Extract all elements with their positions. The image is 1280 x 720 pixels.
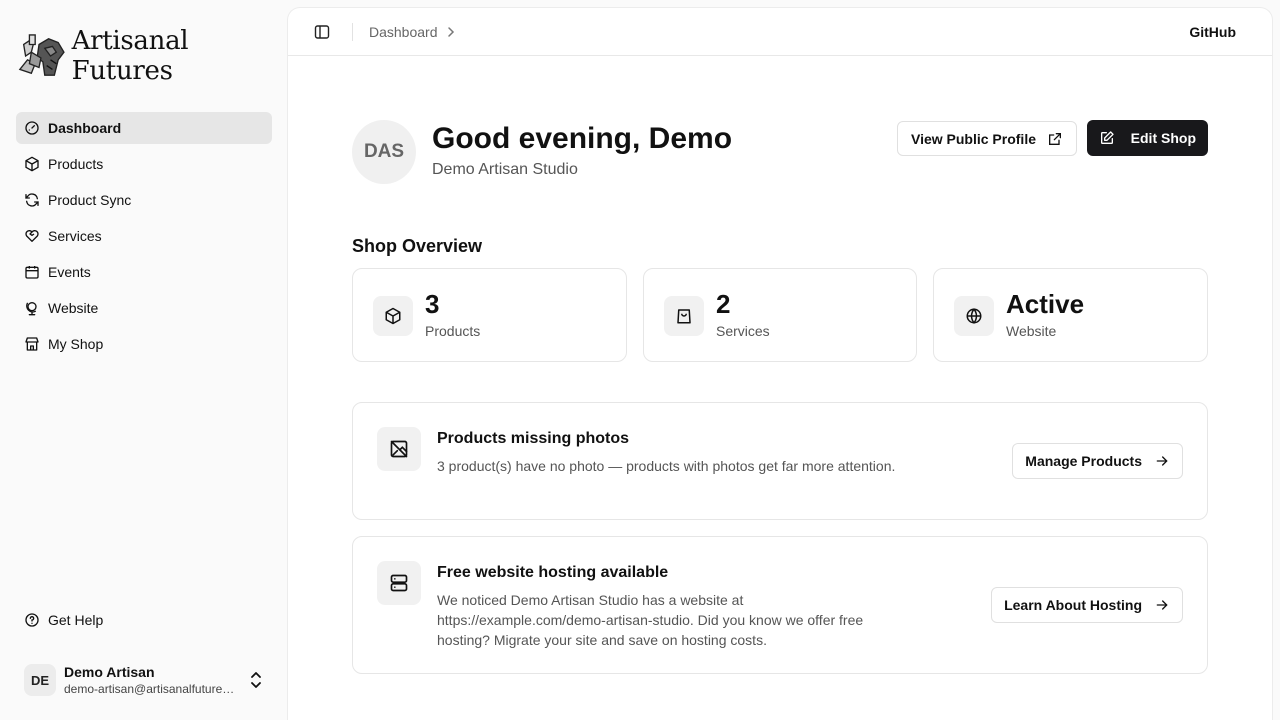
stat-icon-box xyxy=(954,296,994,336)
brand[interactable]: Artisanal Futures xyxy=(16,26,288,86)
package-icon xyxy=(385,307,401,325)
sidebar-item-label: Products xyxy=(48,156,104,172)
chevron-right-icon xyxy=(447,27,454,37)
sidebar-nav: Dashboard Products Product Sync Services… xyxy=(16,112,272,364)
alert-card-missing-photos: Products missing photos 3 product(s) hav… xyxy=(352,402,1208,520)
sidebar-toggle-icon[interactable] xyxy=(314,24,330,40)
breadcrumb-item[interactable]: Dashboard xyxy=(369,24,438,40)
stat-label: Website xyxy=(1006,323,1057,339)
shop-avatar: DAS xyxy=(352,120,416,184)
edit-shop-button[interactable]: Edit Shop xyxy=(1086,120,1208,156)
sidebar-item-services[interactable]: Services xyxy=(16,220,272,252)
manage-products-button[interactable]: Manage Products xyxy=(1012,443,1183,479)
calendar-icon xyxy=(25,266,39,279)
card-title: Free website hosting available xyxy=(437,564,669,581)
card-title: Products missing photos xyxy=(437,430,630,447)
stat-value: Active xyxy=(1006,289,1085,319)
brand-name: Artisanal Futures xyxy=(71,26,189,86)
arrow-right-icon xyxy=(1156,600,1168,610)
stat-label: Services xyxy=(716,323,770,339)
stat-value: 2 xyxy=(716,289,731,319)
card-icon-box xyxy=(377,561,421,605)
sidebar: Artisanal Futures Dashboard Products Pro… xyxy=(0,0,288,720)
edit-icon xyxy=(1100,131,1114,144)
arrow-right-icon xyxy=(1156,456,1168,466)
user-menu[interactable]: DE Demo Artisan demo-artisan@artisanalfu… xyxy=(16,656,272,704)
sidebar-item-label: Events xyxy=(48,264,91,280)
sidebar-item-label: Dashboard xyxy=(48,120,122,136)
stat-value: 3 xyxy=(425,289,440,319)
hands-logo xyxy=(18,34,65,76)
get-help-label: Get Help xyxy=(48,612,104,628)
card-icon-box xyxy=(377,427,421,471)
user-name: Demo Artisan xyxy=(64,664,155,680)
shop-name: Demo Artisan Studio xyxy=(432,161,578,178)
button-label: View Public Profile xyxy=(911,130,1037,147)
external-link-icon xyxy=(1049,132,1062,145)
stat-card-products: 3 Products xyxy=(352,268,627,362)
avatar: DE xyxy=(24,664,56,696)
get-help-link[interactable]: Get Help xyxy=(16,604,272,636)
breadcrumb: Dashboard xyxy=(369,24,458,40)
topbar: Dashboard GitHub xyxy=(288,8,1272,56)
stat-label: Products xyxy=(425,323,481,339)
refresh-icon xyxy=(25,193,39,207)
sidebar-item-label: Services xyxy=(48,228,102,244)
sidebar-item-events[interactable]: Events xyxy=(16,256,272,288)
divider xyxy=(352,23,353,41)
user-email: demo-artisan@artisanalfutures.org xyxy=(64,682,240,696)
button-label: Learn About Hosting xyxy=(1004,597,1142,613)
stat-icon-box xyxy=(664,296,704,336)
image-off-icon xyxy=(390,440,408,458)
globe-icon xyxy=(966,308,982,324)
heart-handshake-icon xyxy=(25,230,39,242)
stat-card-website: Active Website xyxy=(933,268,1208,362)
view-public-profile-button[interactable]: View Public Profile xyxy=(897,121,1078,156)
sidebar-item-product-sync[interactable]: Product Sync xyxy=(16,184,272,216)
sidebar-item-products[interactable]: Products xyxy=(16,148,272,180)
shopping-bag-icon xyxy=(677,309,691,324)
stat-card-services: 2 Services xyxy=(643,268,917,362)
package-icon xyxy=(25,156,39,172)
learn-about-hosting-button[interactable]: Learn About Hosting xyxy=(991,587,1183,623)
globe-stand-icon xyxy=(26,302,37,316)
card-text: We noticed Demo Artisan Studio has a web… xyxy=(437,592,864,648)
main-panel: Dashboard GitHub DAS Good evening, Demo … xyxy=(288,8,1272,720)
help-circle-icon xyxy=(25,613,39,627)
sidebar-item-my-shop[interactable]: My Shop xyxy=(16,328,272,360)
github-link[interactable]: GitHub xyxy=(1189,24,1236,40)
sidebar-item-dashboard[interactable]: Dashboard xyxy=(16,112,272,144)
alert-card-hosting: Free website hosting available We notice… xyxy=(352,536,1208,674)
store-icon xyxy=(25,337,39,351)
page-title: Good evening, Demo xyxy=(432,122,733,155)
server-icon xyxy=(390,574,408,592)
button-label: Edit Shop xyxy=(1130,130,1196,146)
sidebar-item-website[interactable]: Website xyxy=(16,292,272,324)
sidebar-item-label: Website xyxy=(48,300,99,316)
button-label: Manage Products xyxy=(1025,453,1142,469)
sidebar-item-label: Product Sync xyxy=(48,192,132,208)
section-title: Shop Overview xyxy=(352,236,483,256)
user-info: Demo Artisan demo-artisan@artisanalfutur… xyxy=(64,663,240,697)
card-text: 3 product(s) have no photo — products wi… xyxy=(437,458,896,474)
gauge-icon xyxy=(25,121,39,135)
sidebar-item-label: My Shop xyxy=(48,336,104,352)
stat-icon-box xyxy=(373,296,413,336)
chevrons-up-down-icon xyxy=(251,672,261,688)
